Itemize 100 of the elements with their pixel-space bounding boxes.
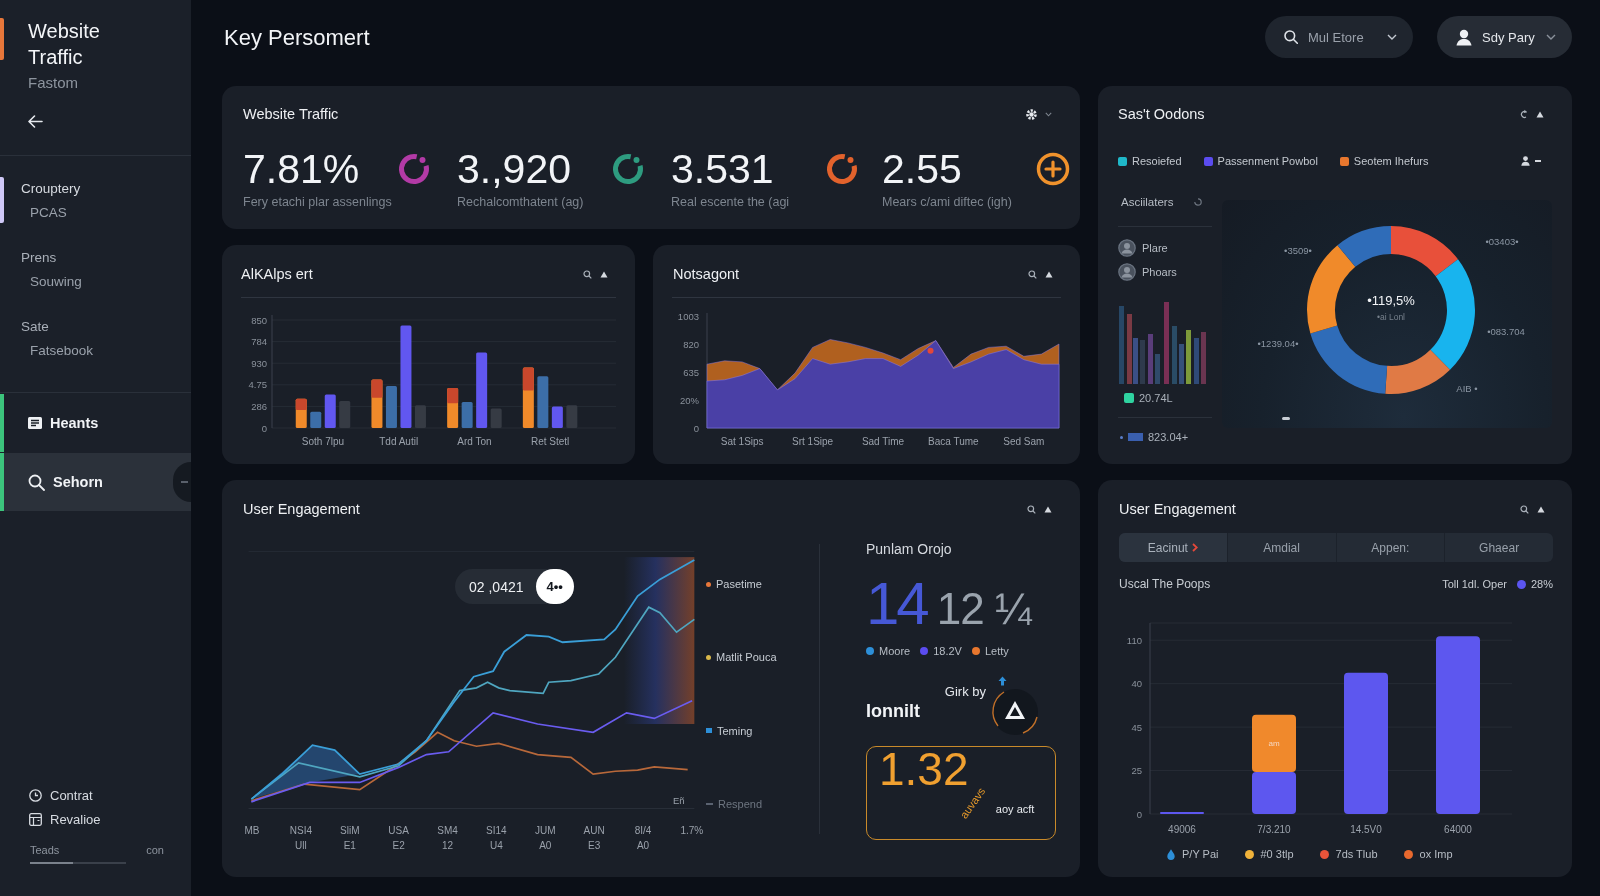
sidebar-title: Website Traffic — [28, 19, 101, 70]
triangle-icon[interactable] — [1044, 505, 1052, 513]
search-icon[interactable] — [1520, 504, 1529, 514]
promo-title: Girk by — [943, 684, 986, 700]
sidebar-link[interactable]: Revalioe — [29, 809, 191, 829]
nav-item[interactable]: Sehorn — [0, 453, 191, 511]
axis-label: SI14 U4 — [485, 824, 508, 853]
axis-label: AUN E3 — [582, 824, 606, 853]
big-number: 12 ¼ — [936, 583, 1031, 635]
arrow-up-icon — [998, 676, 1007, 686]
axis-label: Sed Sam — [1003, 436, 1045, 447]
promo-caption: aoy acft — [995, 803, 1035, 815]
metric-value: 2.55 — [882, 146, 963, 192]
tab[interactable]: Amdial — [1227, 533, 1337, 562]
big-number: 14 — [866, 576, 927, 632]
axis-label: 45 — [1131, 721, 1142, 733]
refresh-icon[interactable] — [1520, 109, 1528, 119]
user-menu-button[interactable]: Sdy Pary — [1437, 16, 1572, 58]
search-icon[interactable] — [1027, 504, 1036, 514]
axis-label: Tdd Autil — [379, 436, 419, 447]
status-dot — [1120, 435, 1123, 439]
metric-value: 3.,920 — [457, 146, 572, 192]
donut-label: •1239.04• — [1257, 337, 1299, 349]
chevron-down-icon[interactable] — [1045, 111, 1052, 117]
usage-value: con — [146, 843, 164, 857]
sidebar-subtitle: Fastom — [28, 74, 79, 92]
axis-label: 49006 — [1168, 824, 1196, 835]
card-title: User Engagement — [1119, 501, 1236, 517]
search-icon[interactable] — [583, 269, 592, 279]
triangle-icon[interactable] — [1045, 270, 1053, 278]
axis-label: 1.7% — [679, 824, 705, 838]
axis-label: Sat 1Sips — [720, 436, 764, 447]
donut-slice — [1385, 349, 1451, 394]
axis-label: 0 — [693, 422, 699, 434]
axis-label: 4.75 — [248, 379, 267, 391]
gear-icon[interactable] — [1026, 108, 1037, 120]
axis-label: Ard Ton — [457, 436, 492, 447]
legend-label: 18.2V — [933, 644, 962, 657]
legend-label: Seotem Ihefurs — [1353, 155, 1429, 167]
card-title: AlKAlps ert — [241, 266, 313, 282]
chevron-down-icon — [1387, 34, 1397, 40]
legend-label: P/Y Pai — [1182, 848, 1219, 860]
metric-value: 7.81% — [243, 146, 361, 192]
triangle-icon[interactable] — [600, 270, 608, 278]
tab[interactable]: Appen: — [1336, 533, 1446, 562]
triangle-icon[interactable] — [1537, 505, 1545, 513]
chart-subtitle: Uscal The Poops — [1119, 577, 1211, 591]
card-title: User Engagement — [243, 501, 360, 517]
donut-center-value: •119,5% — [1367, 292, 1415, 308]
metric-caption: Real escente the (agi — [671, 194, 791, 210]
section-title: Asciilaters — [1121, 196, 1174, 208]
axis-label: 0 — [1136, 808, 1142, 820]
usage-label: Teads — [30, 843, 60, 857]
person-name: Phoars — [1142, 266, 1177, 278]
triangle-logo-icon — [990, 687, 1040, 737]
selection-bar — [0, 177, 4, 223]
donut-slice — [1337, 226, 1391, 267]
nav-sub-item[interactable]: PCAS — [21, 204, 81, 222]
spinner-icon — [1194, 198, 1202, 206]
metric-value: 3.531 — [671, 146, 775, 192]
donut-slice — [1430, 259, 1475, 370]
card-title: Website Traffic — [243, 106, 339, 122]
summary-value: 28% — [1530, 578, 1553, 590]
card-title: Notsagont — [673, 266, 740, 282]
metric-caption: Mears c/ami diftec (igh) — [882, 194, 1013, 210]
axis-label: Baca Tume — [928, 436, 979, 447]
nav-group-item[interactable]: Prens — [21, 249, 82, 267]
axis-label: 1003 — [677, 310, 699, 322]
filter-dropdown[interactable]: Mul Etore — [1265, 16, 1413, 58]
nav-sub-item[interactable]: Souwing — [21, 273, 82, 291]
axis-label: 7/3.210 — [1257, 824, 1291, 835]
stat-value: 823.04+ — [1148, 431, 1189, 443]
nav-sub-item[interactable]: Fatsebook — [21, 342, 94, 360]
legend-label: Passenment Powbol — [1217, 155, 1318, 167]
sidebar-link[interactable]: Contrat — [29, 785, 191, 805]
axis-label: MB — [243, 824, 261, 838]
triangle-icon[interactable] — [1536, 110, 1544, 118]
user-icon — [1456, 28, 1472, 46]
axis-label: 64000 — [1444, 824, 1472, 835]
tab[interactable]: Ghaear — [1445, 533, 1553, 562]
axis-label: Soth 7lpu — [301, 436, 345, 447]
nav-group-item[interactable]: Crouptery — [21, 180, 81, 198]
tab[interactable]: Eacinut — [1119, 533, 1228, 562]
person-icon[interactable] — [1521, 156, 1530, 166]
nav-group-item[interactable]: Sate — [21, 318, 94, 336]
axis-label: 784 — [251, 336, 267, 348]
axis-label: SliM E1 — [339, 824, 361, 853]
metric-caption: Fery etachi plar assenlings — [243, 194, 393, 210]
avatar-icon — [1118, 263, 1136, 281]
person-name: Plare — [1142, 242, 1168, 254]
chevron-right-icon — [1191, 543, 1198, 552]
legend-label: Letty — [984, 644, 1009, 657]
donut-label: •03403• — [1485, 235, 1519, 247]
legend-label: Teming — [717, 724, 753, 737]
search-icon[interactable] — [1028, 269, 1037, 279]
donut-label: AIB • — [1456, 382, 1478, 394]
legend-label: 7ds Tlub — [1335, 848, 1378, 860]
legend-label: Pasetime — [716, 578, 762, 590]
back-arrow-icon[interactable] — [28, 115, 43, 128]
brand-name: Ionnilt — [866, 700, 921, 722]
